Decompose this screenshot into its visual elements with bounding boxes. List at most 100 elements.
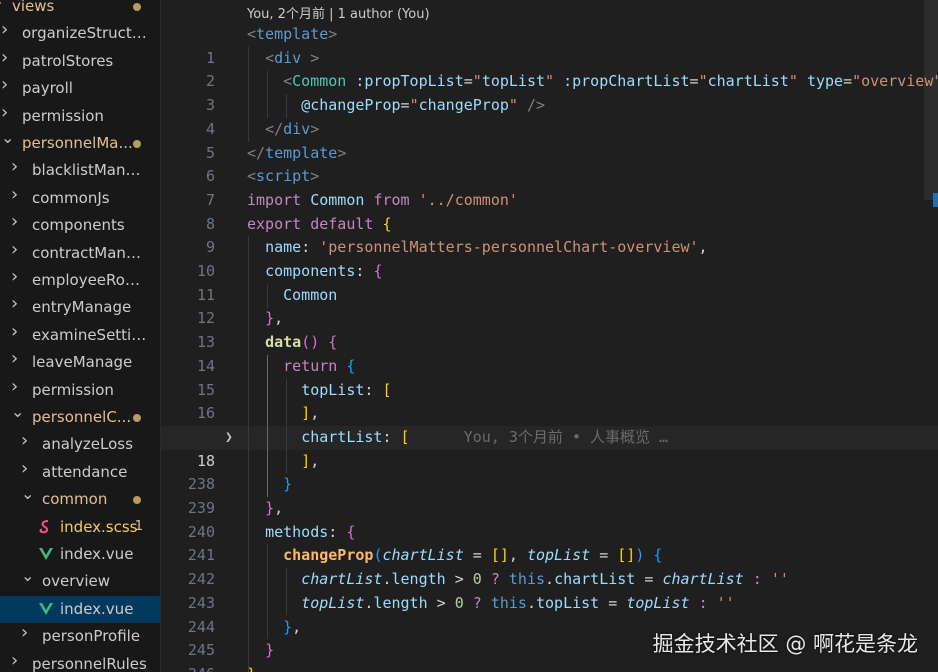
explorer-item[interactable]: › examineSetting	[0, 322, 160, 349]
code-line[interactable]: 17 ],	[161, 402, 938, 446]
code-line[interactable]: }	[161, 663, 938, 672]
code-text: methods: {	[265, 522, 356, 541]
explorer-item-label: attendance	[42, 462, 128, 481]
explorer-item[interactable]: › attendance	[0, 457, 160, 486]
explorer-item-label: contractManage	[32, 243, 147, 262]
explorer-item-label: blacklistManage...	[32, 161, 147, 180]
code-line[interactable]: 243 chartList.length > 0 ? this.chartLis…	[161, 568, 938, 612]
chevron-right-icon[interactable]: ❯	[225, 426, 233, 450]
chevron-right-icon: ›	[11, 211, 19, 233]
code-line[interactable]: 1 <template>	[161, 23, 938, 67]
code-line[interactable]: 239 }	[161, 473, 938, 517]
chevron-right-icon: ›	[11, 293, 19, 315]
code-line[interactable]: 15 return {	[161, 355, 938, 399]
explorer-item-label: organizeStructure	[22, 24, 147, 43]
code-text: ],	[301, 404, 320, 423]
indent-guide	[248, 47, 249, 142]
code-line[interactable]: 3 <Common :propTopList="topList" :propCh…	[161, 70, 938, 114]
chevron-right-icon: ›	[11, 183, 19, 205]
code-line[interactable]: 14 data() {	[161, 331, 938, 375]
explorer-item-label: permission	[32, 380, 114, 399]
chevron-right-icon: ›	[11, 156, 19, 178]
chevron-right-icon: ›	[11, 266, 19, 287]
problem-count-badge: 1	[134, 518, 143, 534]
explorer-item-label: permission	[22, 106, 104, 125]
code-line[interactable]: 6 </template>	[161, 142, 938, 186]
chevron-right-icon: ›	[1, 101, 9, 123]
code-line[interactable]: 13 },	[161, 307, 938, 351]
explorer-item[interactable]: › commonJs	[0, 183, 160, 212]
code-line[interactable]: 10 name: 'personnelMatters-personnelChar…	[161, 236, 938, 280]
code-text: chartList.length > 0 ? this.chartList = …	[301, 570, 789, 589]
explorer-item[interactable]: › organizeStructure	[0, 20, 160, 47]
code-text: },	[265, 309, 284, 328]
code-line[interactable]: 16 topList: [	[161, 379, 938, 423]
explorer-item-label: personnelRules	[32, 654, 147, 672]
chevron-right-icon: ›	[21, 457, 29, 479]
code-line[interactable]: 2 <div >	[161, 47, 938, 91]
explorer-item[interactable]: › analyzeLoss	[0, 431, 160, 458]
chevron-down-icon: ⌄	[1, 128, 15, 147]
code-line[interactable]: 11 components: {	[161, 260, 938, 304]
explorer-item[interactable]: ⌄ personnelC...	[0, 404, 160, 431]
code-line-current[interactable]: 18 ❯ chartList: [ You, 3个月前 • 人事概览 …	[161, 425, 938, 470]
explorer-item-label: leaveManage	[32, 353, 133, 372]
code-line[interactable]: 4 @changeProp="changeProp" />	[161, 94, 938, 138]
code-text: }	[265, 641, 275, 660]
chevron-right-icon: ›	[11, 238, 19, 260]
explorer-item[interactable]: ⌄ views	[0, 0, 160, 20]
modified-dot-icon	[133, 496, 141, 505]
explorer-item[interactable]: › leaveManage	[0, 348, 160, 376]
code-line[interactable]: 241 methods: {	[161, 521, 938, 565]
explorer-item[interactable]: › entryManage	[0, 293, 160, 321]
explorer-item[interactable]: index.vue	[0, 541, 160, 568]
explorer-item[interactable]: › components	[0, 211, 160, 239]
code-line[interactable]: 244 topList.length > 0 ? this.topList = …	[161, 592, 938, 636]
git-blame-header[interactable]: You, 2个月前 | 1 author (You)	[247, 6, 430, 24]
explorer-item[interactable]: › employeeRoster	[0, 266, 160, 294]
explorer-item[interactable]: › personnelRules	[0, 649, 160, 672]
code-text: <script>	[247, 167, 320, 186]
explorer-item[interactable]: › patrolStores	[0, 48, 160, 75]
code-line[interactable]: 8 import Common from '../common'	[161, 189, 938, 233]
chevron-right-icon: ›	[11, 649, 19, 671]
explorer-item[interactable]: › payroll	[0, 75, 160, 102]
code-line[interactable]: 238 ],	[161, 450, 938, 494]
indent-guide	[286, 94, 287, 118]
explorer-item-label: personProfile	[42, 627, 141, 646]
code-text: },	[283, 617, 302, 636]
code-line[interactable]: 5 </div>	[161, 118, 938, 162]
code-line[interactable]: 9 export default {	[161, 213, 938, 257]
explorer-item[interactable]: › permission	[0, 101, 160, 130]
explorer-item-label: personnelMa...	[22, 134, 133, 152]
code-text: <div >	[265, 48, 320, 67]
explorer-item[interactable]: ⌄ overview	[0, 566, 160, 595]
explorer-item[interactable]: index.vue	[0, 595, 160, 623]
scss-file-icon	[39, 518, 53, 536]
code-line[interactable]: 240 },	[161, 497, 938, 541]
explorer-item-label: analyzeLoss	[42, 435, 133, 454]
code-line[interactable]: 12 Common	[161, 284, 938, 328]
explorer-item-label: views	[12, 0, 55, 15]
code-line[interactable]: 7 <script>	[161, 165, 938, 209]
explorer-item-label: index.vue	[60, 545, 134, 563]
explorer-item[interactable]: › contractManage	[0, 238, 160, 267]
code-text: components: {	[265, 262, 383, 280]
explorer-item[interactable]: › personProfile	[0, 623, 160, 650]
code-line[interactable]: 242 changeProp(chartList = [], topList =…	[161, 544, 938, 588]
explorer-item[interactable]: ⌄ common	[0, 486, 160, 513]
watermark: 掘金技术社区 @ 啊花是条龙	[652, 632, 918, 656]
chevron-right-icon: ›	[11, 348, 19, 370]
code-text: ],	[301, 451, 320, 470]
indent-guide	[248, 236, 249, 672]
chevron-down-icon: ⌄	[0, 0, 4, 9]
explorer-item[interactable]: › blacklistManage...	[0, 156, 160, 184]
explorer-item-label: components	[32, 216, 125, 235]
explorer-item[interactable]: ⌄ personnelMa...	[0, 128, 160, 157]
indent-guide	[267, 544, 268, 639]
code-editor[interactable]: You, 2个月前 | 1 author (You) 1 <template> …	[161, 0, 938, 672]
explorer-item[interactable]: index.scss 1	[0, 514, 160, 541]
explorer-item-label: overview	[42, 572, 110, 591]
explorer-item[interactable]: › permission	[0, 377, 160, 404]
chevron-down-icon: ⌄	[21, 566, 35, 586]
